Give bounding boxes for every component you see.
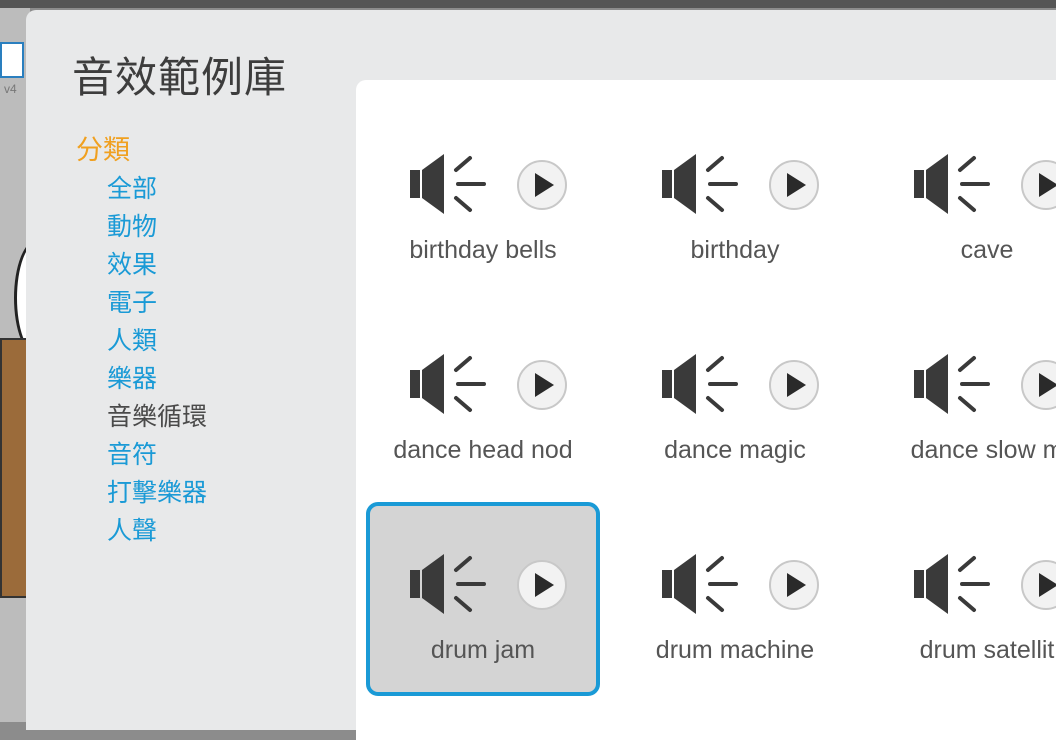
category-item[interactable]: 效果 xyxy=(107,246,207,284)
category-item[interactable]: 樂器 xyxy=(107,360,207,398)
category-item[interactable]: 人聲 xyxy=(107,512,207,550)
play-button[interactable] xyxy=(768,559,820,611)
speaker-icon xyxy=(914,552,990,616)
speaker-icon xyxy=(662,352,738,416)
speaker-icon xyxy=(662,152,738,216)
category-item[interactable]: 人類 xyxy=(107,322,207,360)
sound-tile[interactable]: dance slow m xyxy=(870,302,1056,496)
play-icon xyxy=(769,160,819,210)
sound-name: drum satellit xyxy=(919,636,1055,664)
speaker-icon xyxy=(914,152,990,216)
play-icon xyxy=(1021,160,1056,210)
play-icon xyxy=(1021,560,1056,610)
sound-tile[interactable]: dance magic xyxy=(618,302,852,496)
sound-name: dance slow m xyxy=(910,436,1056,464)
play-button[interactable] xyxy=(1020,359,1056,411)
category-item[interactable]: 電子 xyxy=(107,284,207,322)
sound-tile[interactable]: drum jam xyxy=(366,502,600,696)
sound-grid: birthday bells birthday cave dance head nod… xyxy=(356,80,1056,740)
category-item[interactable]: 全部 xyxy=(107,170,207,208)
sound-name: dance head nod xyxy=(393,436,573,464)
editor-top-bar xyxy=(0,0,1056,8)
category-item[interactable]: 打擊樂器 xyxy=(107,474,207,512)
play-button[interactable] xyxy=(516,159,568,211)
sound-name: dance magic xyxy=(664,436,806,464)
speaker-icon xyxy=(410,152,486,216)
sound-tile[interactable]: birthday xyxy=(618,102,852,296)
play-icon xyxy=(769,560,819,610)
version-label: v4 xyxy=(4,82,17,96)
play-icon xyxy=(517,160,567,210)
speaker-icon xyxy=(410,352,486,416)
sound-tile[interactable]: dance head nod xyxy=(366,302,600,496)
play-icon xyxy=(1021,360,1056,410)
play-button[interactable] xyxy=(516,359,568,411)
play-button[interactable] xyxy=(768,159,820,211)
sound-library-dialog: 音效範例庫 分類 全部 動物 效果 電子 人類 樂器 音樂循環 音符 打擊樂器 人聲 birthd… xyxy=(26,10,1056,740)
play-icon xyxy=(769,360,819,410)
sound-tile[interactable]: drum satellit xyxy=(870,502,1056,696)
speaker-icon xyxy=(662,552,738,616)
sound-tile[interactable]: cave xyxy=(870,102,1056,296)
sound-name: cave xyxy=(960,236,1014,264)
sound-name: drum machine xyxy=(655,636,815,664)
category-heading: 分類 xyxy=(76,135,130,165)
category-list: 分類 全部 動物 效果 電子 人類 樂器 音樂循環 音符 打擊樂器 人聲 xyxy=(76,130,207,550)
play-button[interactable] xyxy=(768,359,820,411)
play-icon xyxy=(517,560,567,610)
sprite-thumbnail[interactable] xyxy=(0,42,24,78)
play-button[interactable] xyxy=(1020,559,1056,611)
speaker-icon xyxy=(914,352,990,416)
play-button[interactable] xyxy=(516,559,568,611)
sound-tile[interactable]: birthday bells xyxy=(366,102,600,296)
speaker-icon xyxy=(410,552,486,616)
play-button[interactable] xyxy=(1020,159,1056,211)
category-item[interactable]: 音樂循環 xyxy=(107,398,207,436)
sound-name: birthday xyxy=(690,236,780,264)
play-icon xyxy=(517,360,567,410)
category-item[interactable]: 音符 xyxy=(107,436,207,474)
sound-name: birthday bells xyxy=(409,236,557,264)
sound-tile[interactable]: drum machine xyxy=(618,502,852,696)
dialog-title: 音效範例庫 xyxy=(72,54,288,101)
category-item[interactable]: 動物 xyxy=(107,208,207,246)
sound-name: drum jam xyxy=(430,636,536,664)
